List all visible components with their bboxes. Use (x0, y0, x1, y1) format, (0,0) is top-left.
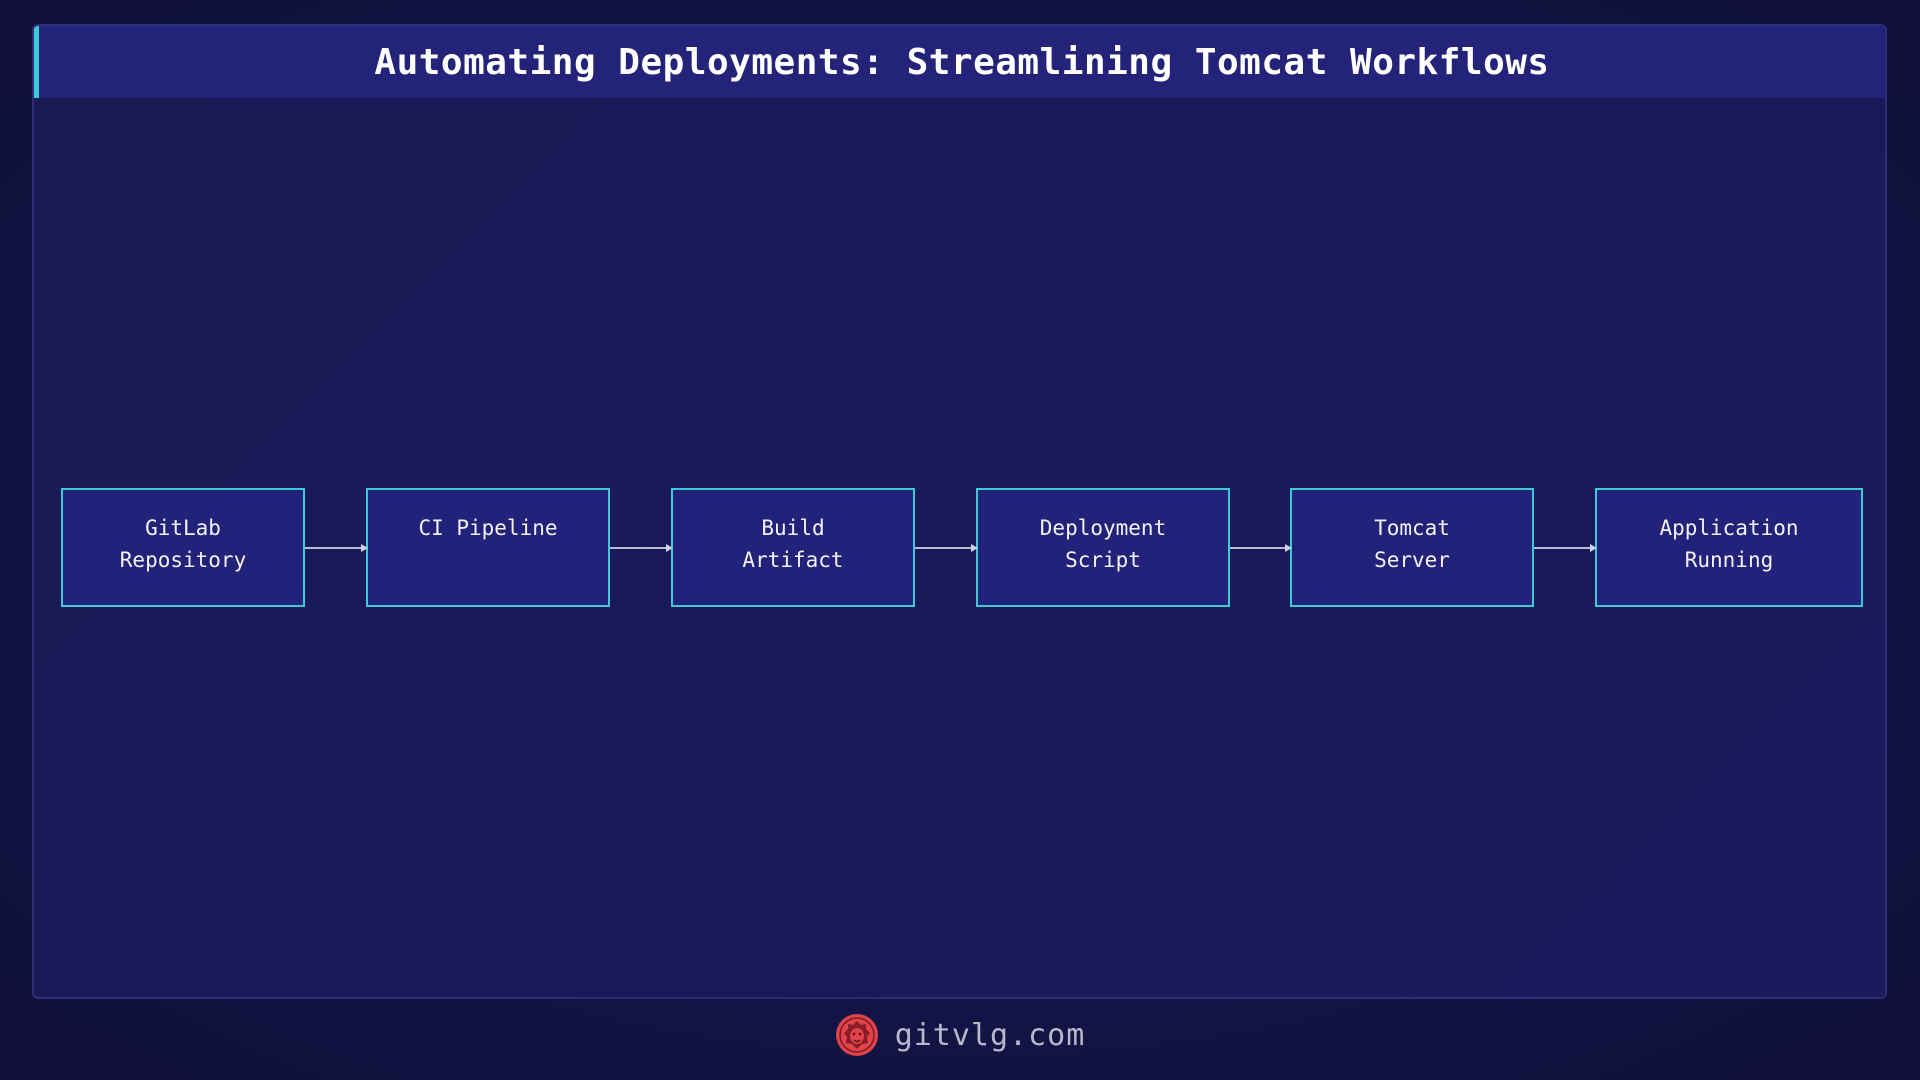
node-build: Build Artifact (671, 488, 915, 607)
node-deploy: Deployment Script (976, 488, 1230, 607)
footer-site-link[interactable]: gitvlg.com (895, 1018, 1086, 1053)
slide-panel: Automating Deployments: Streamlining Tom… (32, 24, 1887, 999)
footer: gitvlg.com (0, 1010, 1920, 1060)
node-app: Application Running (1595, 488, 1863, 607)
edge-build-to-deploy (915, 543, 978, 552)
flow-diagram: GitLab Repository CI Pipeline Build Artifa… (34, 26, 1885, 997)
lion-logo-icon (835, 1014, 878, 1056)
edge-tomcat-to-app (1534, 543, 1597, 552)
node-gitlab: GitLab Repository (61, 488, 305, 607)
edge-deploy-to-tomcat (1230, 543, 1292, 552)
node-tomcat: Tomcat Server (1290, 488, 1534, 607)
edge-gitlab-to-ci (305, 543, 368, 552)
edge-ci-to-build (610, 543, 673, 552)
node-ci: CI Pipeline (366, 488, 610, 607)
